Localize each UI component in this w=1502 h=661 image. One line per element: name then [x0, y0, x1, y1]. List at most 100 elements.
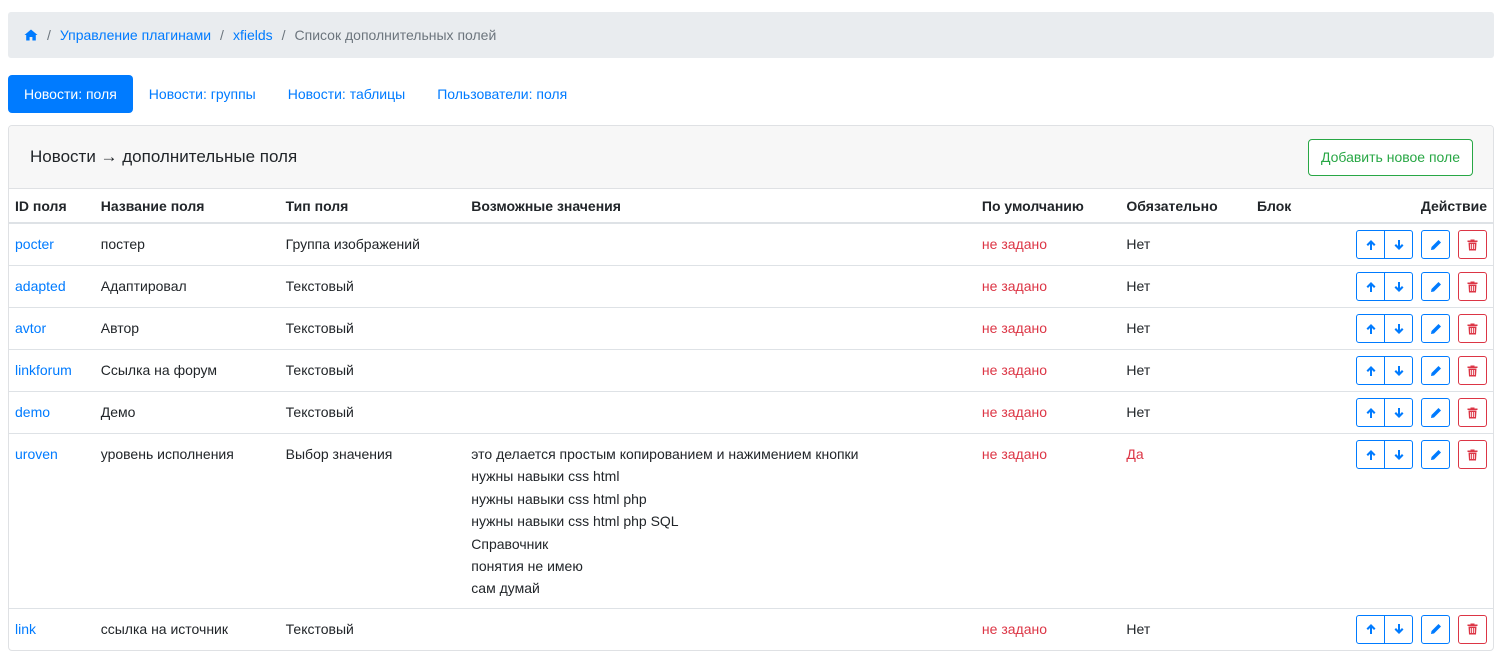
field-values — [465, 223, 976, 266]
move-down-button[interactable] — [1384, 230, 1414, 259]
move-up-button[interactable] — [1356, 614, 1386, 644]
move-down-button[interactable] — [1384, 356, 1414, 385]
pencil-icon — [1430, 281, 1441, 292]
breadcrumb-plugins-link[interactable]: Управление плагинами — [60, 27, 211, 43]
field-id-link[interactable]: linkforum — [15, 362, 72, 378]
home-icon[interactable] — [24, 29, 38, 41]
edit-button[interactable] — [1421, 398, 1451, 427]
breadcrumb-separator: / — [281, 27, 286, 43]
edit-button[interactable] — [1421, 356, 1451, 385]
delete-button[interactable] — [1458, 230, 1487, 259]
arrow-up-icon — [1366, 624, 1376, 635]
move-down-button[interactable] — [1384, 314, 1414, 343]
edit-button[interactable] — [1421, 614, 1451, 644]
field-block — [1250, 265, 1351, 308]
move-down-button[interactable] — [1384, 440, 1414, 469]
field-block — [1250, 349, 1351, 392]
trash-icon — [1467, 323, 1478, 334]
move-button-group — [1356, 356, 1414, 385]
field-id-link[interactable]: pocter — [15, 236, 54, 252]
trash-icon — [1467, 623, 1478, 635]
arrow-up-icon — [1366, 365, 1376, 376]
edit-button[interactable] — [1421, 440, 1451, 469]
possible-value: понятия не имею — [471, 558, 583, 575]
move-down-button[interactable] — [1384, 614, 1414, 644]
trash-icon — [1467, 365, 1478, 376]
delete-button[interactable] — [1458, 614, 1487, 644]
arrow-up-icon — [1366, 239, 1376, 250]
field-id-link[interactable]: demo — [15, 404, 50, 420]
arrow-down-icon — [1394, 449, 1404, 460]
add-field-button[interactable]: Добавить новое поле — [1307, 138, 1473, 176]
arrow-up-icon — [1366, 449, 1376, 460]
arrow-down-icon — [1394, 323, 1404, 334]
col-header-id: ID поля — [9, 189, 95, 224]
breadcrumb-xfields-link[interactable]: xfields — [233, 27, 273, 43]
card-header: Новости → дополнительные поля Добавить н… — [9, 126, 1493, 189]
field-name: ссылка на источник — [94, 607, 280, 650]
field-id-link[interactable]: avtor — [15, 320, 46, 336]
field-name: постер — [100, 236, 145, 252]
arrow-down-icon — [1394, 407, 1404, 418]
move-down-button[interactable] — [1384, 272, 1414, 301]
delete-button[interactable] — [1458, 356, 1487, 385]
field-required: Нет — [1120, 391, 1251, 434]
move-up-button[interactable] — [1356, 230, 1386, 259]
field-block — [1250, 433, 1351, 609]
move-up-button[interactable] — [1356, 398, 1386, 427]
pencil-icon — [1430, 449, 1441, 460]
move-button-group — [1356, 614, 1414, 644]
table-row: link ссылка на источник Текстовый не зад… — [9, 607, 1493, 650]
field-values: это делается простым копированием и нажи… — [465, 433, 976, 609]
edit-button[interactable] — [1421, 272, 1451, 301]
tab-news-tables[interactable]: Новости: таблицы — [272, 75, 421, 113]
row-actions — [1350, 433, 1493, 609]
pencil-icon — [1430, 624, 1441, 635]
breadcrumb: / Управление плагинами / xfields / Списо… — [8, 12, 1494, 58]
move-up-button[interactable] — [1356, 440, 1386, 469]
move-up-button[interactable] — [1356, 356, 1386, 385]
row-actions — [1350, 307, 1493, 350]
field-name: Адаптировал — [94, 265, 280, 308]
move-up-button[interactable] — [1356, 314, 1386, 343]
field-id-link[interactable]: adapted — [15, 278, 66, 294]
field-type: Текстовый — [279, 307, 466, 350]
field-name: Автор — [94, 307, 280, 350]
field-default: не задано — [975, 607, 1121, 650]
delete-button[interactable] — [1458, 440, 1487, 469]
field-default: не задано — [975, 391, 1121, 434]
arrow-up-icon — [1366, 407, 1376, 418]
possible-value: нужны навыки css html — [471, 468, 620, 485]
field-default: не задано — [975, 265, 1121, 308]
field-name: Ссылка на форум — [94, 349, 280, 392]
tab-news-fields[interactable]: Новости: поля — [8, 75, 133, 113]
field-values — [465, 349, 976, 392]
field-id-link[interactable]: link — [15, 621, 36, 637]
edit-button[interactable] — [1421, 314, 1451, 343]
field-type: Текстовый — [279, 391, 466, 434]
field-id-link[interactable]: uroven — [15, 446, 58, 462]
edit-button[interactable] — [1421, 230, 1451, 259]
field-required: Нет — [1120, 607, 1251, 650]
delete-button[interactable] — [1458, 314, 1487, 343]
col-header-required: Обязательно — [1120, 189, 1251, 224]
pencil-icon — [1430, 239, 1441, 250]
field-values — [465, 391, 976, 434]
possible-value: это делается простым копированием и нажи… — [471, 446, 859, 462]
tab-user-fields[interactable]: Пользователи: поля — [421, 75, 583, 113]
field-default: не задано — [981, 236, 1047, 252]
field-default: не задано — [975, 307, 1121, 350]
move-down-button[interactable] — [1384, 398, 1414, 427]
trash-icon — [1467, 449, 1478, 460]
field-type: Выбор значения — [279, 433, 466, 609]
field-required: Нет — [1120, 307, 1251, 350]
arrow-down-icon — [1394, 239, 1404, 250]
move-up-button[interactable] — [1356, 272, 1386, 301]
col-header-values: Возможные значения — [465, 189, 976, 224]
delete-button[interactable] — [1458, 398, 1487, 427]
field-values — [465, 607, 976, 650]
pencil-icon — [1430, 323, 1441, 334]
delete-button[interactable] — [1458, 272, 1487, 301]
tab-news-groups[interactable]: Новости: группы — [133, 75, 272, 113]
move-button-group — [1356, 398, 1414, 427]
